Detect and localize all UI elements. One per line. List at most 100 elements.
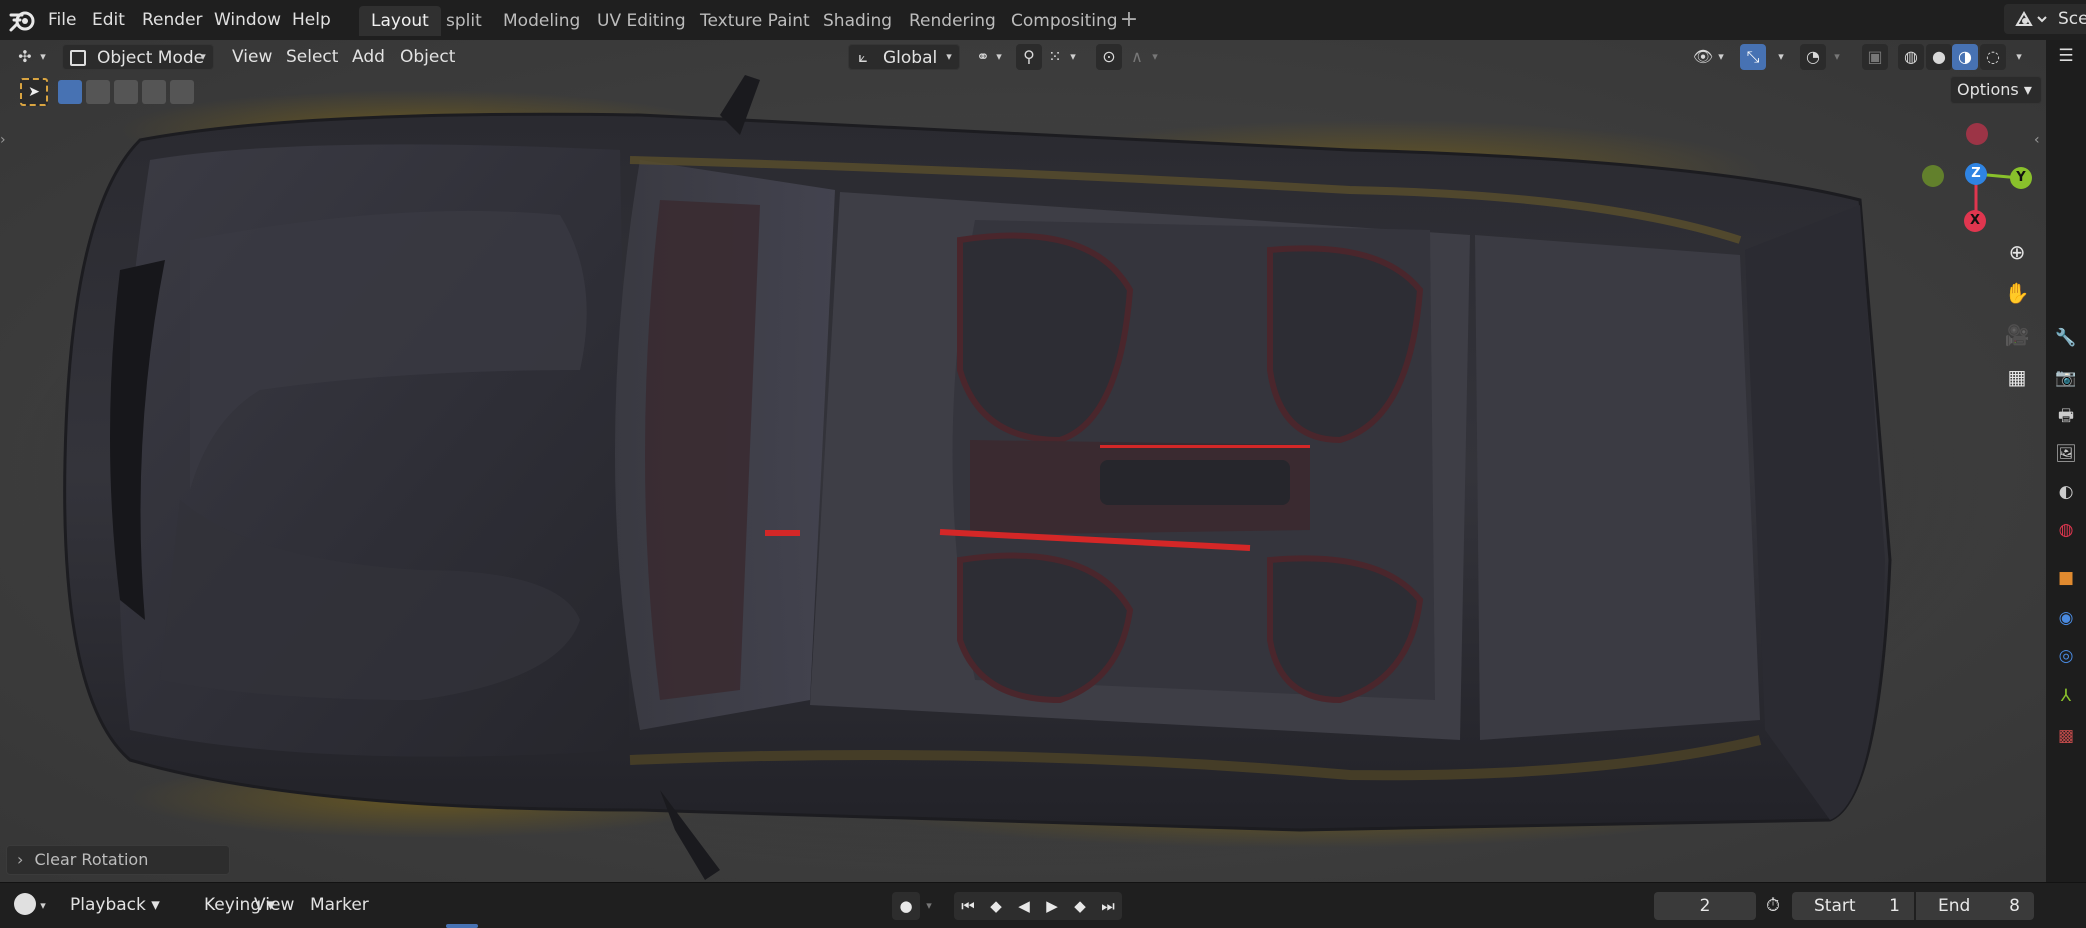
data-icon[interactable]: ⅄ (2054, 684, 2078, 708)
wireframe-shading-icon[interactable]: ◍ (1898, 44, 1924, 70)
select-subtract-icon[interactable] (114, 80, 138, 104)
menu-file[interactable]: File (42, 7, 82, 33)
zoom-icon[interactable]: ⊕ (2000, 235, 2034, 269)
jump-end-icon[interactable]: ⏭ (1094, 892, 1122, 920)
gizmo-x-axis[interactable]: X (1964, 210, 1986, 232)
gizmo-z-axis[interactable]: Z (1965, 163, 1987, 185)
start-frame-field[interactable]: Start 1 (1792, 892, 1914, 920)
overlay-icon[interactable]: ◔ (1800, 44, 1826, 70)
chevron-down-icon[interactable]: ▾ (1774, 44, 1788, 70)
menu-help[interactable]: Help (286, 7, 337, 33)
toolbar-expand-icon[interactable]: › (0, 132, 6, 148)
chevron-down-icon[interactable]: ▾ (992, 44, 1006, 70)
chevron-down-icon[interactable]: ▾ (1714, 44, 1728, 70)
menu-render[interactable]: Render (136, 7, 209, 33)
chevron-down-icon: ▾ (946, 50, 952, 63)
material-shading-icon[interactable]: ◑ (1952, 44, 1978, 70)
pan-hand-icon[interactable]: ✋ (2000, 276, 2034, 310)
timeline-editor-icon[interactable] (14, 893, 36, 915)
start-value: 1 (1889, 896, 1900, 916)
tab-rendering[interactable]: Rendering (897, 6, 1008, 36)
chevron-down-icon[interactable]: ▾ (2012, 44, 2026, 70)
car-model-render (0, 75, 2000, 880)
menu-select[interactable]: Select (280, 44, 344, 70)
playback-menu[interactable]: Playback ▾ (64, 892, 166, 918)
xray-icon[interactable]: ▣ (1862, 44, 1888, 70)
gizmo-neg-z-icon[interactable] (1966, 123, 1988, 145)
record-icon[interactable]: ● (892, 892, 920, 920)
falloff-icon[interactable]: ∧ (1124, 44, 1150, 70)
menu-view[interactable]: View (226, 44, 278, 70)
menu-edit[interactable]: Edit (86, 7, 131, 33)
select-intersect-icon[interactable] (170, 80, 194, 104)
object-mode-icon (70, 50, 86, 66)
play-icon[interactable]: ▶ (1038, 892, 1066, 920)
menu-window[interactable]: Window (208, 7, 287, 33)
tab-shading[interactable]: Shading (811, 6, 904, 36)
snap-icon[interactable]: ⁙ (1042, 44, 1068, 70)
stopwatch-icon[interactable]: ⏱ (1766, 895, 1780, 916)
select-invert-icon[interactable] (142, 80, 166, 104)
end-frame-field[interactable]: End 8 (1916, 892, 2034, 920)
modifier-icon[interactable]: ◉ (2054, 606, 2078, 630)
tab-texture-paint[interactable]: Texture Paint (688, 6, 822, 36)
gizmo-icon[interactable]: ⤡ (1740, 44, 1766, 70)
menu-object[interactable]: Object (394, 44, 461, 70)
render-icon[interactable]: 📷 (2054, 366, 2078, 390)
blender-logo-icon[interactable] (8, 6, 38, 34)
prev-keyframe-icon[interactable]: ◆ (982, 892, 1010, 920)
visibility-icon[interactable]: 👁 (1690, 44, 1716, 70)
chevron-down-icon[interactable]: ▾ (922, 893, 936, 919)
grid-icon[interactable]: ▦ (2000, 360, 2034, 394)
3d-viewport[interactable]: ✣ ▾ Object Mode ▾ View Select Add Object… (0, 40, 2046, 882)
next-keyframe-icon[interactable]: ◆ (1066, 892, 1094, 920)
scene-icon (2015, 11, 2047, 26)
scene-name[interactable]: Sce (2058, 6, 2086, 32)
view-layer-icon[interactable]: 🖼 (2054, 442, 2078, 466)
tab-compositing[interactable]: Compositing (999, 6, 1130, 36)
tab-uv-editing[interactable]: UV Editing (585, 6, 698, 36)
snap-toggle-icon[interactable]: ⚲ (1016, 44, 1042, 70)
menu-add[interactable]: Add (346, 44, 391, 70)
scene-props-icon[interactable]: ◐ (2054, 480, 2078, 504)
tab-layout[interactable]: Layout (359, 6, 441, 36)
operator-panel[interactable]: › Clear Rotation (6, 845, 230, 875)
proportional-edit-icon[interactable]: ⊙ (1096, 44, 1122, 70)
texture-icon[interactable]: ▩ (2054, 724, 2078, 748)
chevron-right-icon: › (17, 850, 24, 869)
chevron-down-icon[interactable]: ▾ (1830, 44, 1844, 70)
tool-icon[interactable]: 🔧 (2054, 326, 2078, 350)
jump-start-icon[interactable]: ⏮ (954, 892, 982, 920)
physics-icon[interactable]: ◎ (2054, 644, 2078, 668)
add-workspace-button[interactable]: + (1118, 6, 1140, 36)
output-icon[interactable]: 🖶 (2054, 404, 2078, 428)
properties-tab-strip: ☰ 🔧 📷 🖶 🖼 ◐ ◍ ■ ◉ ◎ ⅄ ▩ (2046, 40, 2086, 882)
start-label: Start (1814, 896, 1856, 916)
chevron-down-icon[interactable]: ▾ (1066, 44, 1080, 70)
chevron-down-icon[interactable]: ▾ (1148, 44, 1162, 70)
tab-split[interactable]: split (434, 6, 494, 36)
outliner-icon[interactable]: ☰ (2054, 44, 2078, 68)
solid-shading-icon[interactable]: ● (1926, 44, 1952, 70)
marker-menu[interactable]: Marker (304, 892, 375, 918)
play-reverse-icon[interactable]: ◀ (1010, 892, 1038, 920)
chevron-down-icon[interactable]: ▾ (36, 44, 50, 70)
options-dropdown[interactable]: Options ▾ (1950, 76, 2042, 104)
world-icon[interactable]: ◍ (2054, 518, 2078, 542)
camera-icon[interactable]: 🎥 (2000, 318, 2034, 352)
gizmo-neg-y-icon[interactable] (1922, 165, 1944, 187)
gizmo-y-axis[interactable]: Y (2010, 167, 2032, 189)
current-frame-field[interactable]: 2 (1654, 892, 1756, 920)
top-menu-bar: File Edit Render Window Help Layout spli… (0, 0, 2086, 40)
object-icon[interactable]: ■ (2054, 566, 2078, 590)
editor-type-icon[interactable]: ✣ (12, 44, 38, 70)
timeline-view-menu[interactable]: View (248, 892, 300, 918)
select-extend-icon[interactable] (86, 80, 110, 104)
select-new-icon[interactable] (58, 80, 82, 104)
playback-label: Playback (70, 895, 146, 915)
chevron-down-icon[interactable]: ▾ (36, 893, 50, 919)
transform-orientation-icon: ⟀ (858, 47, 868, 66)
rendered-shading-icon[interactable]: ◌ (1980, 44, 2006, 70)
tab-modeling[interactable]: Modeling (491, 6, 592, 36)
select-tool-icon[interactable]: ➤ (20, 78, 48, 106)
